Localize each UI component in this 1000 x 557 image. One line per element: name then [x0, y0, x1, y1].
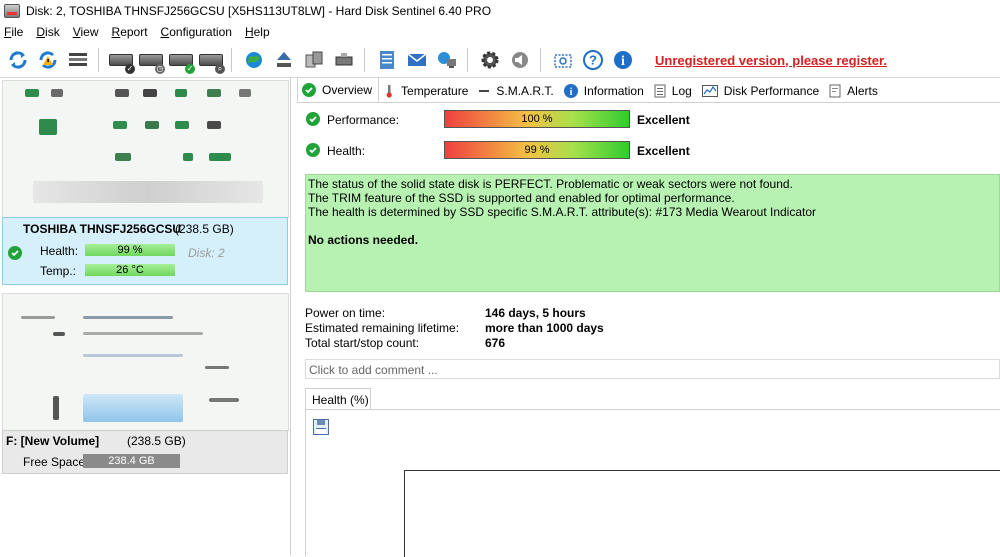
tab-overview[interactable]: Overview — [297, 77, 380, 102]
speaker-icon[interactable] — [508, 48, 532, 72]
info-icon: i — [563, 84, 578, 98]
free-space-bar: 238.4 GB — [83, 454, 180, 468]
menu-configuration[interactable]: Configuration — [157, 25, 241, 39]
volume-name: F: [New Volume] — [6, 434, 100, 448]
health-verdict: Excellent — [637, 144, 690, 158]
status-line: The status of the solid state disk is PE… — [308, 177, 793, 191]
mail-icon[interactable] — [405, 48, 429, 72]
health-bar: 99 % — [85, 244, 175, 256]
tab-information[interactable]: i Information — [560, 80, 650, 102]
startstop-label: Total start/stop count: — [305, 336, 420, 350]
status-line: The health is determined by SSD specific… — [308, 205, 817, 219]
menu-view[interactable]: View — [69, 25, 108, 39]
disk-card-selected[interactable]: TOSHIBA THNSFJ256GCSU (238.5 GB) Health:… — [2, 217, 288, 285]
tab-temperature[interactable]: Temperature — [379, 80, 474, 102]
temp-label: Temp.: — [40, 264, 77, 278]
drive-icon[interactable] — [332, 48, 356, 72]
lifetime-value: more than 1000 days — [485, 321, 604, 335]
disk-number: Disk: 2 — [188, 246, 225, 260]
gear-icon[interactable] — [478, 48, 502, 72]
volume-thumbnail-graph — [2, 293, 289, 431]
title-bar: Disk: 2, TOSHIBA THNSFJ256GCSU [X5HS113U… — [0, 0, 1000, 22]
check-circle-icon — [306, 143, 320, 157]
menu-report[interactable]: Report — [108, 25, 157, 39]
health-bar: 99 % — [444, 141, 630, 159]
disk-list-icon[interactable] — [66, 48, 90, 72]
svg-text:i: i — [621, 54, 625, 69]
help-icon[interactable]: ? — [581, 48, 605, 72]
disk-check-icon[interactable]: ✓ — [109, 48, 135, 74]
globe-icon[interactable] — [242, 48, 266, 72]
status-line: The TRIM feature of the SSD is supported… — [308, 191, 735, 205]
performance-label: Performance: — [327, 113, 400, 127]
smart-dash-icon — [478, 86, 490, 96]
disk-name: TOSHIBA THNSFJ256GCSU — [23, 222, 182, 236]
disk-schedule-icon[interactable]: ◷ — [139, 48, 165, 74]
eject-icon[interactable] — [272, 48, 296, 72]
alerts-icon — [829, 84, 841, 98]
devices-icon[interactable] — [302, 48, 326, 72]
network-icon[interactable] — [435, 48, 459, 72]
volume-size: (238.5 GB) — [127, 434, 186, 448]
tab-log[interactable]: Log — [650, 80, 698, 102]
check-circle-icon — [302, 82, 316, 97]
thermometer-icon — [383, 84, 395, 98]
refresh-warning-icon[interactable] — [36, 48, 60, 72]
power-on-value: 146 days, 5 hours — [485, 306, 586, 320]
disk-size: (238.5 GB) — [175, 222, 234, 236]
unregistered-link[interactable]: Unregistered version, please register. — [655, 53, 887, 68]
tab-health-percent[interactable]: Health (%) — [305, 388, 371, 410]
save-icon[interactable] — [313, 419, 329, 435]
performance-verdict: Excellent — [637, 113, 690, 127]
lifetime-label: Estimated remaining lifetime: — [305, 321, 460, 335]
log-icon — [654, 84, 666, 98]
menu-file[interactable]: File — [0, 25, 32, 39]
refresh-icon[interactable] — [6, 48, 30, 72]
disk-thumbnail-graph — [2, 80, 289, 218]
free-space-label: Free Space — [23, 455, 86, 469]
power-on-label: Power on time: — [305, 306, 386, 320]
tab-bar: Overview Temperature S.M.A.R.T. i Inform… — [297, 77, 1000, 103]
toolbar-separator — [98, 48, 99, 72]
status-message-box: The status of the solid state disk is PE… — [305, 174, 1000, 292]
disk-ok-icon[interactable]: ✓ — [169, 48, 195, 74]
app-disk-icon — [4, 4, 20, 18]
svg-text:?: ? — [589, 53, 597, 68]
menu-disk[interactable]: Disk — [32, 25, 68, 39]
toolbar-separator — [540, 48, 541, 72]
toolbar-separator — [364, 48, 365, 72]
performance-bar: 100 % — [444, 110, 630, 128]
menu-help[interactable]: Help — [241, 25, 279, 39]
tab-smart[interactable]: S.M.A.R.T. — [474, 80, 559, 102]
toolbar-separator — [231, 48, 232, 72]
temp-bar: 26 °C — [85, 264, 175, 276]
window-title: Disk: 2, TOSHIBA THNSFJ256GCSU [X5HS113U… — [26, 4, 492, 18]
menu-bar: File Disk View Report Configuration Help — [0, 22, 1000, 42]
svg-text:i: i — [569, 87, 572, 98]
health-label: Health: — [327, 144, 366, 158]
check-circle-icon — [8, 246, 22, 260]
startstop-value: 676 — [485, 336, 506, 350]
info-icon[interactable]: i — [611, 48, 635, 72]
comment-field[interactable]: Click to add comment ... — [305, 359, 1000, 379]
health-chart-panel — [305, 409, 1000, 557]
camera-icon[interactable] — [551, 48, 575, 72]
action-text: No actions needed. — [308, 233, 419, 247]
health-chart-area — [404, 470, 1000, 557]
tab-disk-performance[interactable]: Disk Performance — [698, 80, 825, 102]
disk-search-icon[interactable]: ⌕ — [199, 48, 225, 74]
tab-alerts[interactable]: Alerts — [825, 80, 884, 102]
toolbar-separator — [467, 48, 468, 72]
performance-chart-icon — [701, 85, 718, 97]
report-icon[interactable] — [375, 48, 399, 72]
health-label: Health: — [40, 244, 79, 258]
disk-list-panel: TOSHIBA THNSFJ256GCSU (238.5 GB) Health:… — [0, 78, 291, 555]
volume-card[interactable]: F: [New Volume] (238.5 GB) Free Space 23… — [2, 430, 288, 474]
main-panel: Overview Temperature S.M.A.R.T. i Inform… — [297, 77, 1000, 557]
check-circle-icon — [306, 112, 320, 126]
